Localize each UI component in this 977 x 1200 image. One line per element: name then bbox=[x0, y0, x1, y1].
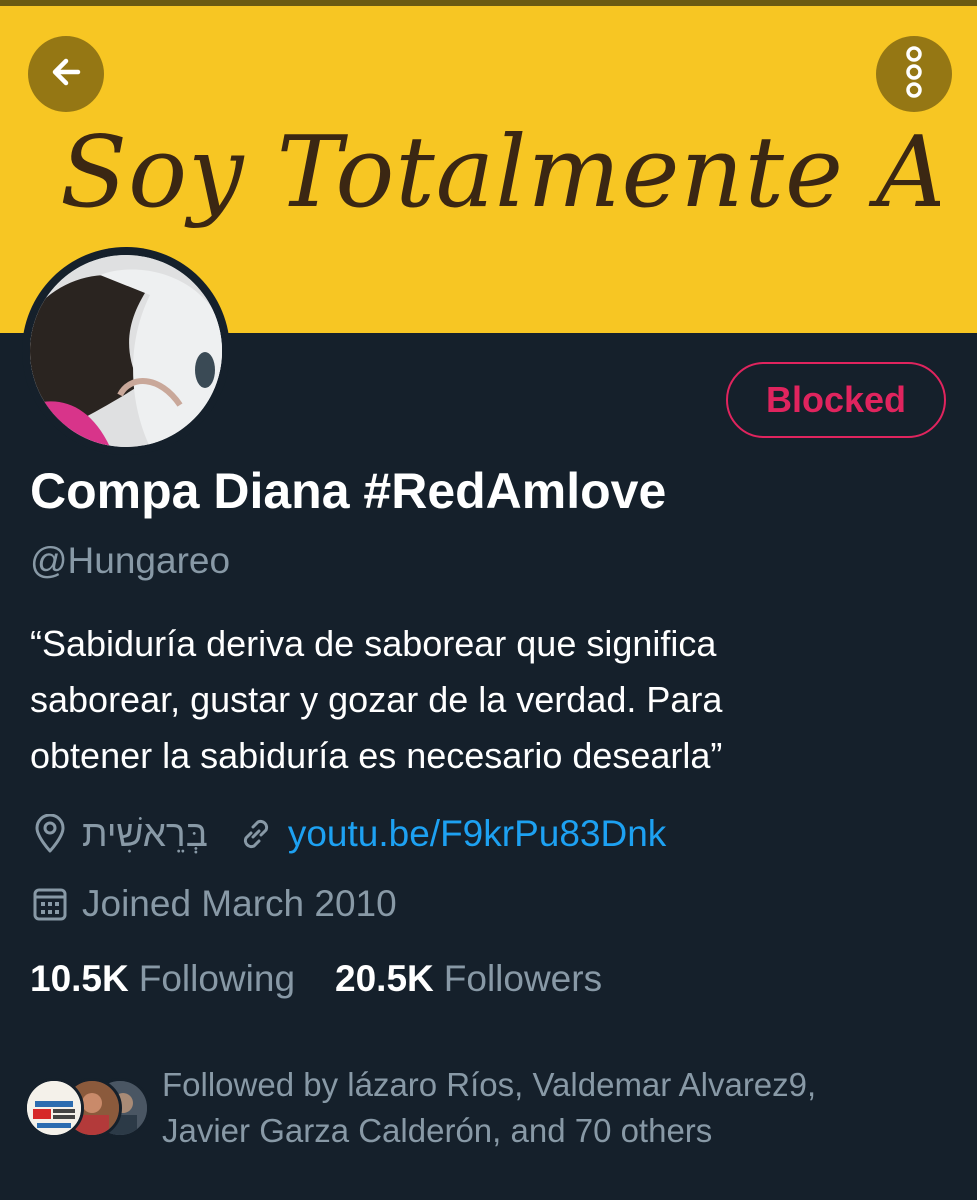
bio-line: obtener la sabiduría es necesario desear… bbox=[30, 735, 723, 776]
display-name: Compa Diana #RedAmlove bbox=[30, 463, 667, 519]
profile-link[interactable]: youtu.be/F9krPu83Dnk bbox=[288, 813, 666, 855]
more-options-button[interactable] bbox=[876, 36, 952, 112]
link-icon bbox=[236, 814, 276, 854]
follow-stats: 10.5K Following 20.5K Followers bbox=[30, 958, 602, 1000]
followed-by-line: Followed by lázaro Ríos, Valdemar Alvare… bbox=[162, 1066, 817, 1103]
more-vertical-icon bbox=[899, 44, 929, 105]
blocked-button[interactable]: Blocked bbox=[726, 362, 946, 438]
profile-avatar[interactable] bbox=[22, 247, 230, 455]
calendar-icon bbox=[30, 884, 70, 924]
followers-count: 20.5K bbox=[335, 958, 434, 999]
followed-by-section[interactable]: Followed by lázaro Ríos, Valdemar Alvare… bbox=[24, 1062, 922, 1154]
followers-stat[interactable]: 20.5K Followers bbox=[335, 958, 602, 1000]
arrow-left-icon bbox=[46, 52, 86, 97]
following-label: Following bbox=[138, 958, 296, 999]
following-stat[interactable]: 10.5K Following bbox=[30, 958, 295, 1000]
follower-avatar bbox=[24, 1078, 84, 1138]
follower-avatars bbox=[24, 1078, 154, 1148]
svg-text:Soy Totalmente Amlo: Soy Totalmente Amlo bbox=[60, 116, 940, 230]
location-pin-icon bbox=[30, 814, 70, 854]
bio-line: “Sabiduría deriva de saborear que signif… bbox=[30, 623, 717, 664]
followed-by-text: Followed by lázaro Ríos, Valdemar Alvare… bbox=[162, 1062, 922, 1154]
joined-row: Joined March 2010 bbox=[30, 876, 397, 932]
location-link-row: בְּרֵאשִׁית youtu.be/F9krPu83Dnk bbox=[30, 806, 666, 862]
following-count: 10.5K bbox=[30, 958, 129, 999]
banner-script-text: Soy Totalmente Amlo bbox=[60, 116, 940, 230]
avatar-photo bbox=[30, 255, 222, 447]
followed-by-line: Javier Garza Calderón, and 70 others bbox=[162, 1112, 713, 1149]
followers-label: Followers bbox=[443, 958, 603, 999]
joined-date: Joined March 2010 bbox=[82, 883, 397, 924]
location-text: בְּרֵאשִׁית bbox=[82, 813, 208, 854]
bio-line: saborear, gustar y gozar de la verdad. P… bbox=[30, 679, 723, 720]
back-button[interactable] bbox=[28, 36, 104, 112]
user-handle: @Hungareo bbox=[30, 540, 231, 581]
profile-bio: “Sabiduría deriva de saborear que signif… bbox=[30, 616, 930, 784]
